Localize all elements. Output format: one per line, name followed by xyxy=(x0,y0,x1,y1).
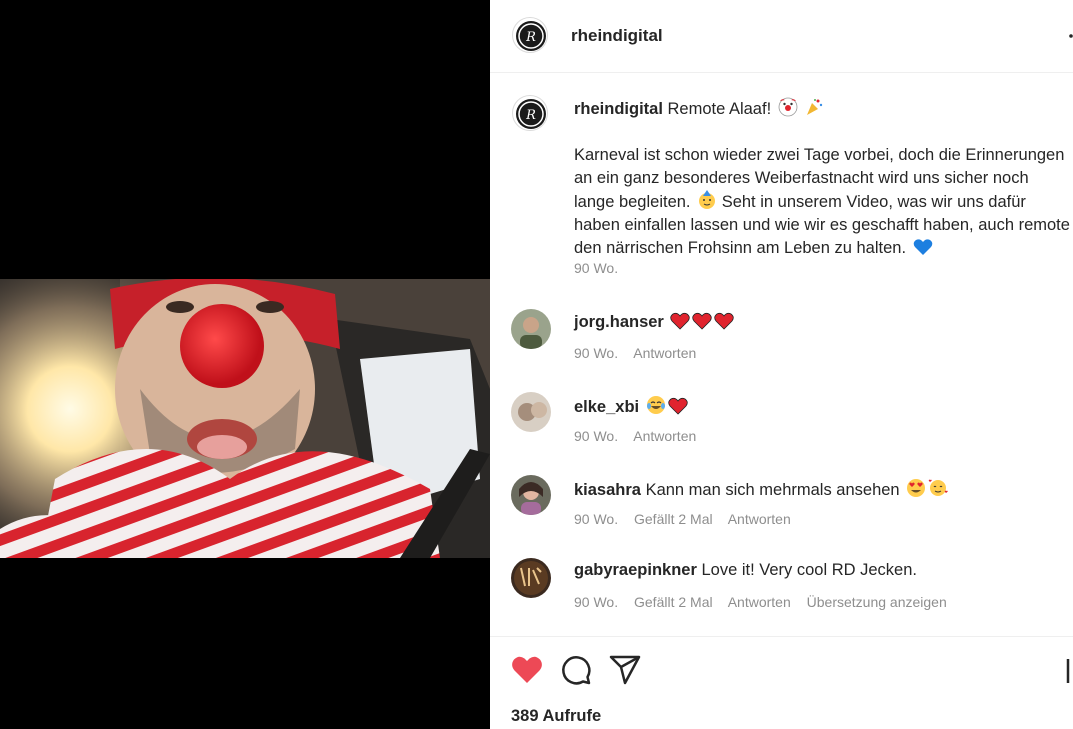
comment-item: jorg.hanser 90 Wo. Antworten xyxy=(490,309,1073,389)
post-media-panel[interactable] xyxy=(0,0,490,729)
red-heart-icon xyxy=(668,397,688,415)
heart-eyes-icon xyxy=(907,479,926,497)
video-frame-image xyxy=(0,279,490,558)
rheindigital-logo-icon: R xyxy=(516,99,546,129)
reply-button[interactable]: Antworten xyxy=(633,428,696,444)
comment-item: kiasahra Kann man sich mehrmals ansehen xyxy=(490,475,1073,555)
comment-likes[interactable]: Gefällt 2 Mal xyxy=(634,594,713,610)
post-actions-bar: 389 Aufrufe xyxy=(490,636,1073,729)
comment-meta: 90 Wo. Gefällt 2 Mal Antworten Übersetzu… xyxy=(574,594,959,610)
comment-meta: 90 Wo. Antworten xyxy=(574,345,708,361)
red-heart-icon xyxy=(714,312,735,330)
caption-title: Remote Alaaf! xyxy=(667,100,772,118)
reply-button[interactable]: Antworten xyxy=(633,345,696,361)
caption-username[interactable]: rheindigital xyxy=(574,100,663,118)
bookmark-icon[interactable] xyxy=(1066,657,1073,685)
heart-filled-icon[interactable] xyxy=(510,653,544,687)
author-avatar[interactable]: R xyxy=(512,17,548,53)
comments-list[interactable]: R rheindigital Remote Alaaf! Karneval is… xyxy=(490,74,1073,636)
rheindigital-logo-icon: R xyxy=(516,21,546,51)
clown-face-icon xyxy=(778,97,798,117)
reply-button[interactable]: Antworten xyxy=(728,594,791,610)
comment-timestamp[interactable]: 90 Wo. xyxy=(574,511,618,527)
smiling-face-with-hearts-icon xyxy=(928,479,948,496)
comment-likes[interactable]: Gefällt 2 Mal xyxy=(634,511,713,527)
comment-body: Love it! Very cool RD Jecken. xyxy=(701,561,917,579)
comment-item: gabyraepinkner Love it! Very cool RD Jec… xyxy=(490,558,1073,636)
comment-username[interactable]: elke_xbi xyxy=(574,398,639,416)
comment-bubble-icon[interactable] xyxy=(559,653,593,687)
party-popper-icon xyxy=(807,99,823,115)
paper-plane-icon[interactable] xyxy=(608,653,642,687)
commenter-avatar[interactable] xyxy=(511,558,551,598)
commenter-avatar[interactable] xyxy=(511,392,551,432)
caption-author-avatar[interactable]: R xyxy=(512,95,548,131)
tears-of-joy-icon xyxy=(646,396,665,414)
commenter-avatar[interactable] xyxy=(511,309,551,349)
commenter-avatar[interactable] xyxy=(511,475,551,515)
partying-face-icon xyxy=(699,190,716,209)
comment-meta: 90 Wo. Gefällt 2 Mal Antworten xyxy=(574,511,803,527)
svg-text:R: R xyxy=(525,108,536,123)
author-username[interactable]: rheindigital xyxy=(571,26,663,46)
comment-username[interactable]: jorg.hanser xyxy=(574,313,664,331)
caption-text: rheindigital Remote Alaaf! Karneval ist … xyxy=(574,97,1070,260)
comment-meta: 90 Wo. Antworten xyxy=(574,428,708,444)
comment-username[interactable]: kiasahra xyxy=(574,481,641,499)
post-video[interactable] xyxy=(0,279,490,558)
comment-text: gabyraepinkner Love it! Very cool RD Jec… xyxy=(574,561,917,580)
svg-text:R: R xyxy=(525,30,536,45)
comment-timestamp[interactable]: 90 Wo. xyxy=(574,428,618,444)
blue-heart-icon xyxy=(913,239,932,255)
more-options-icon[interactable] xyxy=(1068,28,1073,44)
comment-timestamp[interactable]: 90 Wo. xyxy=(574,345,618,361)
translate-button[interactable]: Übersetzung anzeigen xyxy=(807,594,947,610)
post-header: R rheindigital xyxy=(490,0,1073,73)
caption-timestamp[interactable]: 90 Wo. xyxy=(574,260,618,276)
view-count[interactable]: 389 Aufrufe xyxy=(511,707,601,726)
comment-body: Kann man sich mehrmals ansehen xyxy=(645,481,900,499)
comment-text: kiasahra Kann man sich mehrmals ansehen xyxy=(574,478,948,500)
comment-text: jorg.hanser xyxy=(574,312,735,332)
comment-item: elke_xbi 90 Wo. Antworten xyxy=(490,392,1073,472)
red-heart-icon xyxy=(692,312,713,330)
comment-username[interactable]: gabyraepinkner xyxy=(574,561,697,579)
comment-text: elke_xbi xyxy=(574,395,688,417)
post-detail-panel: R rheindigital R rheindigital Remote Ala… xyxy=(490,0,1073,729)
comment-timestamp[interactable]: 90 Wo. xyxy=(574,594,618,610)
red-heart-icon xyxy=(670,312,691,330)
reply-button[interactable]: Antworten xyxy=(728,511,791,527)
